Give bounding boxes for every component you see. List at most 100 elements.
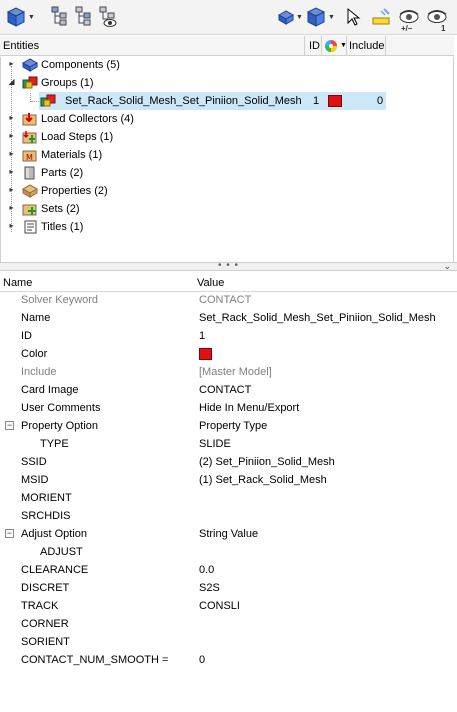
prop-row-user-comments[interactable]: User Comments Hide In Menu/Export bbox=[0, 399, 457, 417]
tree-item-group-contact[interactable]: Set_Rack_Solid_Mesh_Set_Piniion_Solid_Me… bbox=[1, 92, 453, 110]
display-filter-button-2[interactable] bbox=[74, 5, 94, 29]
prop-name: CORNER bbox=[21, 618, 69, 630]
select-pointer-button[interactable] bbox=[345, 5, 361, 29]
expand-icon[interactable]: ▸ bbox=[7, 186, 16, 195]
prop-name: CONTACT_NUM_SMOOTH = bbox=[21, 654, 169, 666]
prop-row-track[interactable]: TRACK CONSLI bbox=[0, 597, 457, 615]
tree-item-id: 1 bbox=[313, 95, 320, 107]
prop-value[interactable]: String Value bbox=[199, 525, 258, 543]
tree-item-materials[interactable]: ▸ M Materials (1) bbox=[1, 146, 453, 164]
prop-row-name[interactable]: Name Set_Rack_Solid_Mesh_Set_Piniion_Sol… bbox=[0, 309, 457, 327]
eye-plusminus-label: +/– bbox=[401, 24, 413, 33]
tree-item-color-swatch[interactable] bbox=[328, 95, 342, 107]
prop-row-id[interactable]: ID 1 bbox=[0, 327, 457, 345]
tree-item-label: Sets (2) bbox=[41, 203, 80, 215]
color-swatch[interactable] bbox=[199, 348, 212, 360]
prop-row-contact-num-smooth[interactable]: CONTACT_NUM_SMOOTH = 0 bbox=[0, 651, 457, 669]
prop-name: SSID bbox=[21, 456, 47, 468]
entities-column-header[interactable]: Entities bbox=[3, 36, 39, 56]
prop-row-corner[interactable]: CORNER bbox=[0, 615, 457, 633]
prop-name: CLEARANCE bbox=[21, 564, 89, 576]
expand-icon[interactable]: ▸ bbox=[7, 222, 16, 231]
expand-icon[interactable]: ▸ bbox=[7, 150, 16, 159]
display-filter-button-3[interactable] bbox=[98, 5, 118, 29]
prop-row-clearance[interactable]: CLEARANCE 0.0 bbox=[0, 561, 457, 579]
isolate-button[interactable]: 1 bbox=[426, 5, 448, 33]
prop-value[interactable]: (1) Set_Rack_Solid_Mesh bbox=[199, 471, 327, 489]
name-column-header[interactable]: Name bbox=[3, 277, 32, 289]
prop-value[interactable]: CONSLI bbox=[199, 597, 240, 615]
prop-row-card-image[interactable]: Card Image CONTACT bbox=[0, 381, 457, 399]
display-filter-button-1[interactable] bbox=[50, 5, 70, 29]
highlight-button[interactable] bbox=[370, 5, 392, 29]
prop-row-ssid[interactable]: SSID (2) Set_Piniion_Solid_Mesh bbox=[0, 453, 457, 471]
tree-item-properties[interactable]: ▸ Properties (2) bbox=[1, 182, 453, 200]
tree-item-load-steps[interactable]: ▸ Load Steps (1) bbox=[1, 128, 453, 146]
prop-row-sorient[interactable]: SORIENT bbox=[0, 633, 457, 651]
column-divider[interactable] bbox=[346, 36, 347, 56]
tree-item-load-collectors[interactable]: ▸ Load Collectors (4) bbox=[1, 110, 453, 128]
prop-row-color[interactable]: Color bbox=[0, 345, 457, 363]
tree-item-components[interactable]: ▸ Components (5) bbox=[1, 56, 453, 74]
column-divider[interactable] bbox=[321, 36, 322, 56]
splitter-grip-icon: • • • bbox=[218, 260, 240, 271]
include-column-header[interactable]: Include bbox=[349, 36, 384, 56]
collapse-icon[interactable]: − bbox=[5, 529, 14, 538]
prop-name: User Comments bbox=[21, 402, 101, 414]
prop-value[interactable]: Hide In Menu/Export bbox=[199, 399, 299, 417]
id-column-header[interactable]: ID bbox=[309, 36, 320, 56]
cube-dropdown-icon bbox=[6, 7, 26, 27]
prop-value[interactable]: Set_Rack_Solid_Mesh_Set_Piniion_Solid_Me… bbox=[199, 309, 436, 327]
properties-header: Name Value bbox=[0, 275, 457, 292]
expand-icon[interactable]: ▸ bbox=[7, 132, 16, 141]
prop-row-adjust[interactable]: ADJUST bbox=[0, 543, 457, 561]
expand-icon[interactable]: ▸ bbox=[7, 168, 16, 177]
solid-display-button[interactable]: ▼ bbox=[277, 5, 303, 29]
expand-icon[interactable]: ▸ bbox=[7, 114, 16, 123]
expand-icon[interactable]: ▸ bbox=[7, 204, 16, 213]
tree-item-sets[interactable]: ▸ Sets (2) bbox=[1, 200, 453, 218]
tree-item-label: Load Collectors (4) bbox=[41, 113, 134, 125]
prop-value[interactable]: S2S bbox=[199, 579, 220, 597]
prop-value: [Master Model] bbox=[199, 366, 272, 378]
prop-value[interactable]: Property Type bbox=[199, 417, 267, 435]
prop-value[interactable]: SLIDE bbox=[199, 435, 231, 453]
entities-header: Entities ID ▼ Include bbox=[0, 36, 454, 56]
prop-name: Color bbox=[21, 348, 48, 360]
prop-row-adjust-option[interactable]: − Adjust Option String Value bbox=[0, 525, 457, 543]
prop-value[interactable]: (2) Set_Piniion_Solid_Mesh bbox=[199, 453, 335, 471]
prop-value[interactable]: 0.0 bbox=[199, 561, 214, 579]
show-hide-toggle-button[interactable]: +/– bbox=[398, 5, 420, 33]
tree-item-titles[interactable]: ▸ Titles (1) bbox=[1, 218, 453, 236]
entity-display-button[interactable]: ▼ bbox=[305, 5, 335, 29]
prop-value[interactable]: 0 bbox=[199, 651, 205, 669]
collapse-icon[interactable]: − bbox=[5, 421, 14, 430]
prop-row-msid[interactable]: MSID (1) Set_Rack_Solid_Mesh bbox=[0, 471, 457, 489]
prop-name: SRCHDIS bbox=[21, 510, 71, 522]
prop-name: MSID bbox=[21, 474, 49, 486]
entity-view-button[interactable]: ▼ bbox=[5, 5, 35, 29]
color-column-header[interactable] bbox=[324, 39, 338, 53]
prop-row-srchdis[interactable]: SRCHDIS bbox=[0, 507, 457, 525]
prop-row-discret[interactable]: DISCRET S2S bbox=[0, 579, 457, 597]
prop-row-include[interactable]: Include [Master Model] bbox=[0, 363, 457, 381]
titles-icon bbox=[24, 220, 37, 234]
column-divider[interactable] bbox=[385, 36, 386, 56]
prop-value[interactable]: CONTACT bbox=[199, 381, 251, 399]
tree-item-groups[interactable]: ◢ Groups (1) bbox=[1, 74, 453, 92]
prop-row-type[interactable]: TYPE SLIDE bbox=[0, 435, 457, 453]
collapse-chevron-icon[interactable]: ⌄ bbox=[443, 261, 451, 272]
prop-row-morient[interactable]: MORIENT bbox=[0, 489, 457, 507]
prop-row-property-option[interactable]: − Property Option Property Type bbox=[0, 417, 457, 435]
tree-item-parts[interactable]: ▸ Parts (2) bbox=[1, 164, 453, 182]
prop-value[interactable]: 1 bbox=[199, 327, 205, 345]
eye-icon bbox=[427, 10, 447, 23]
filter-tree-icon bbox=[51, 6, 67, 26]
expand-icon[interactable]: ▸ bbox=[7, 60, 16, 69]
column-divider[interactable] bbox=[304, 36, 305, 56]
value-column-header[interactable]: Value bbox=[197, 277, 224, 289]
tree-item-label: Parts (2) bbox=[41, 167, 84, 179]
prop-row-solver-keyword[interactable]: Solver Keyword CONTACT bbox=[0, 291, 457, 309]
panel-splitter[interactable]: • • • ⌄ bbox=[0, 260, 457, 272]
collapse-icon[interactable]: ◢ bbox=[7, 78, 16, 87]
